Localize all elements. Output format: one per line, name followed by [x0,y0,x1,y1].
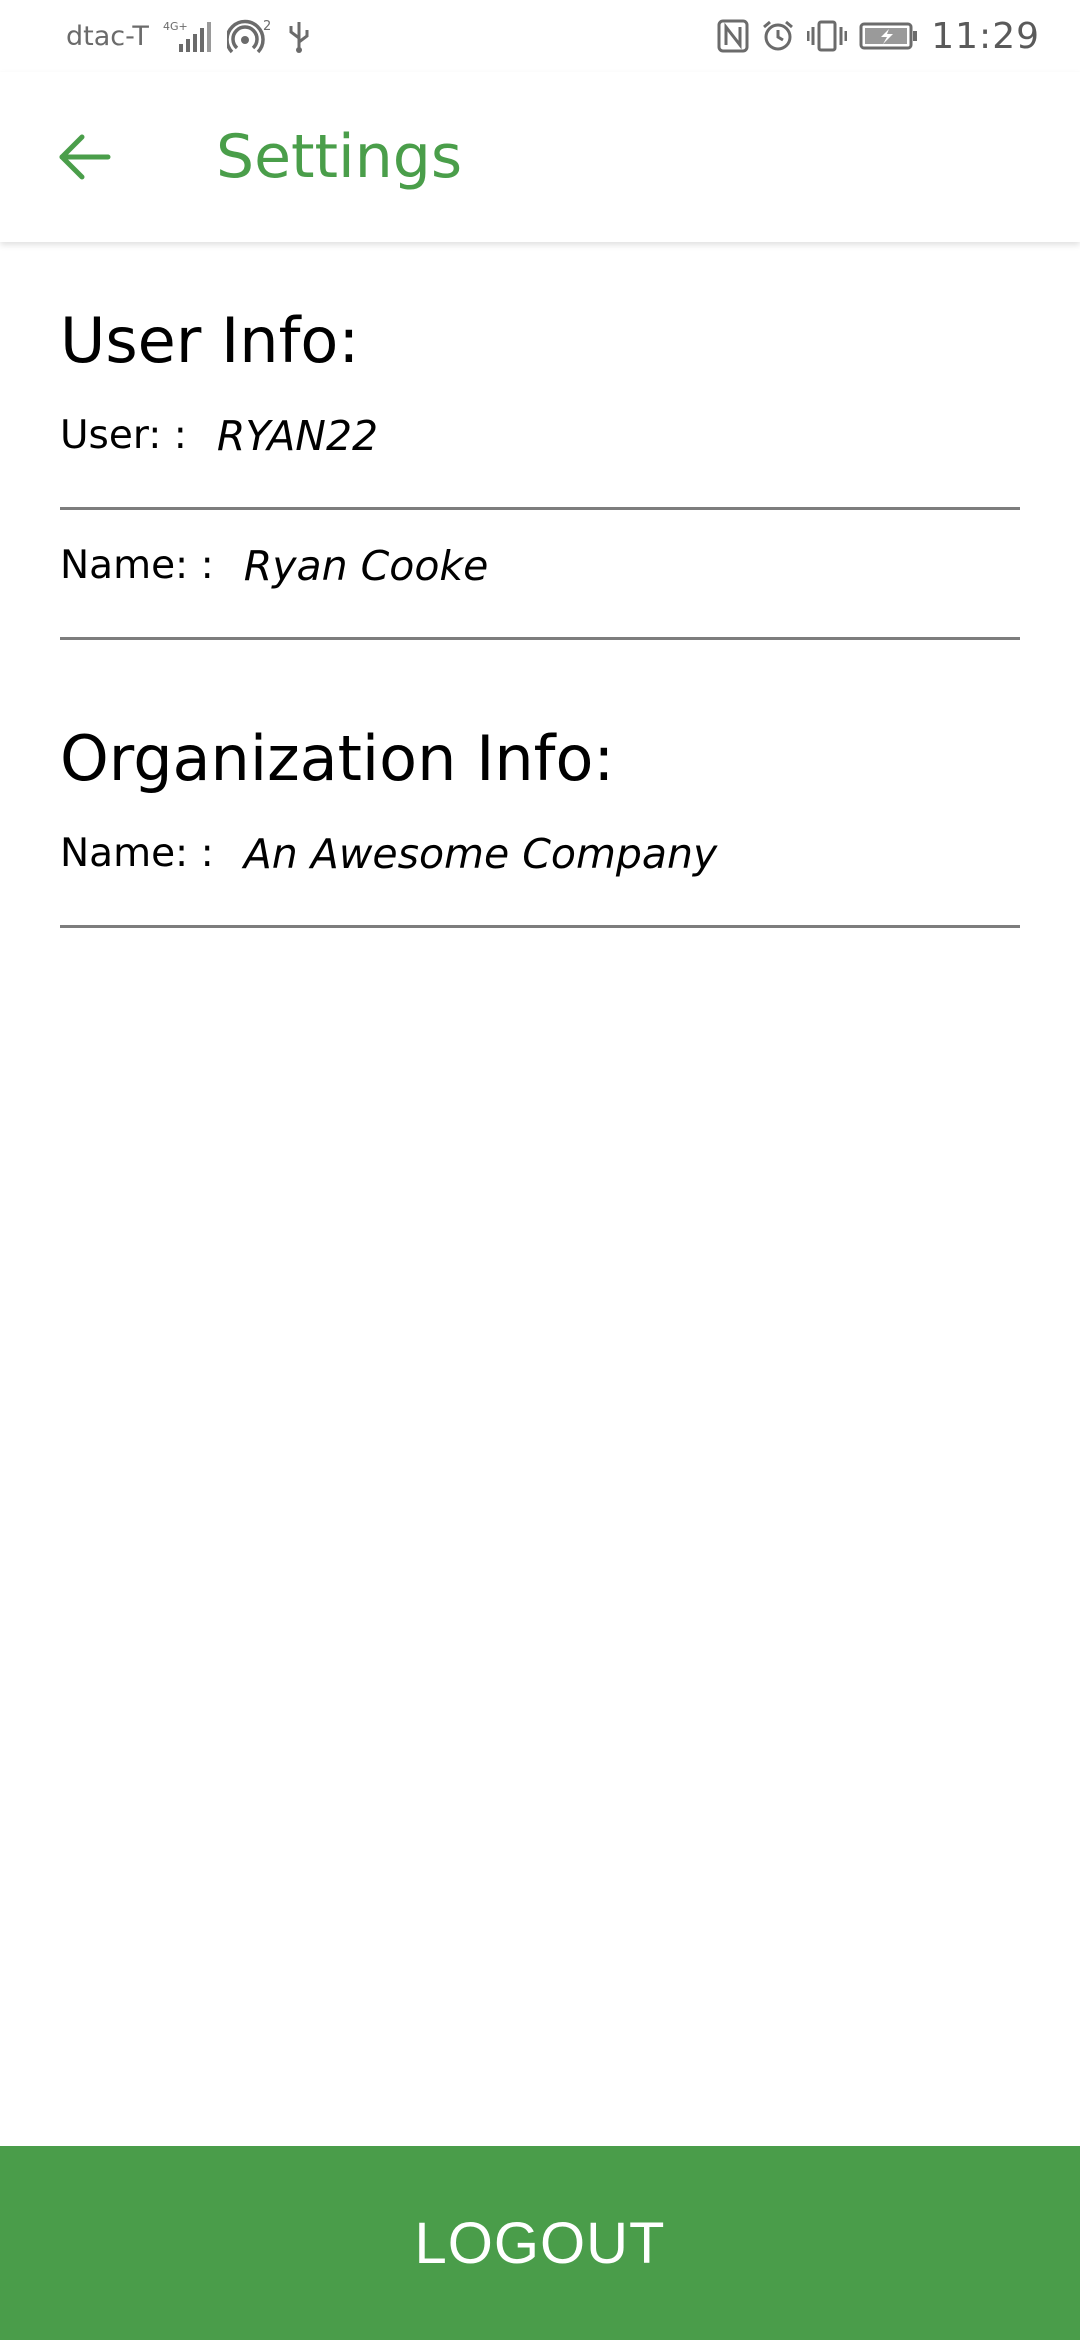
status-left: dtac-T 4G+ 2 [66,18,311,54]
user-name-row: Name: : Ryan Cooke [60,510,1020,640]
app-bar: Settings [0,72,1080,242]
organization-name-label: Name: : [60,831,214,876]
page-title: Settings [216,122,463,192]
hotspot-count: 2 [263,19,271,34]
organization-name-row: Name: : An Awesome Company [60,798,1020,928]
organization-info-heading: Organization Info: [60,722,615,795]
logout-label: LOGOUT [414,2210,666,2276]
status-right: 11:29 [717,16,1040,57]
logout-button[interactable]: LOGOUT [0,2146,1080,2340]
status-time: 11:29 [931,15,1040,57]
user-id-row: User: : RYAN22 [60,380,1020,510]
nfc-icon [717,19,749,53]
user-name-value: Ryan Cooke [243,541,489,590]
user-info-heading: User Info: [60,304,360,377]
hotspot-icon: 2 [226,18,275,54]
settings-screen: dtac-T 4G+ 2 11:29 Settings User Info: U… [0,0,1080,2340]
user-id-value: RYAN22 [216,411,379,460]
carrier-name: dtac-T [66,20,149,52]
network-badge: 4G+ [163,20,188,33]
signal-icon: 4G+ [161,18,215,54]
arrow-left-icon [59,134,111,180]
back-button[interactable] [52,125,116,189]
organization-name-value: An Awesome Company [243,829,718,878]
vibrate-icon [807,19,848,53]
usb-icon [287,18,311,54]
battery-icon [859,21,919,51]
alarm-icon [761,19,795,53]
settings-content: User Info: User: : RYAN22 Name: : Ryan C… [60,270,1020,928]
status-bar: dtac-T 4G+ 2 11:29 [0,0,1080,72]
user-name-label: Name: : [60,543,214,588]
user-id-label: User: : [60,413,187,458]
